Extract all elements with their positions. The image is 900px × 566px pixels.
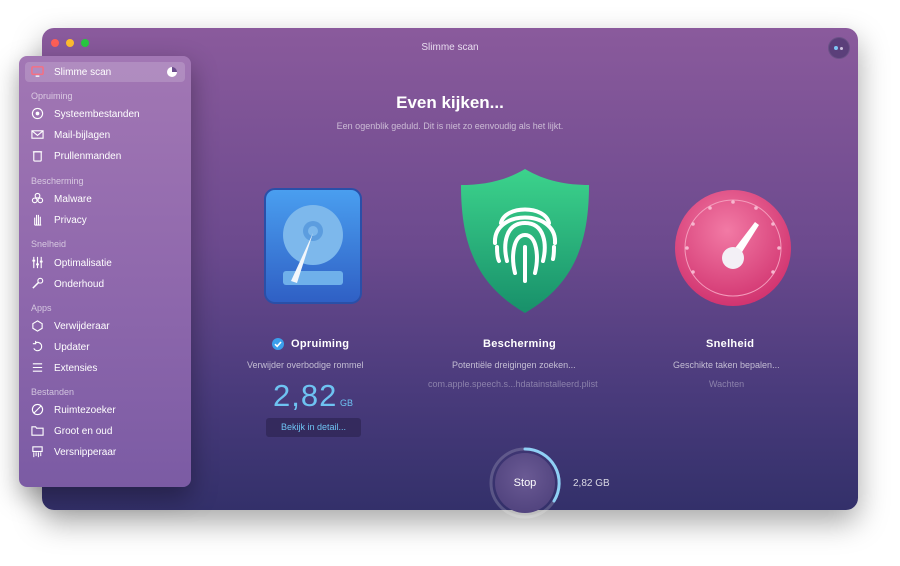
- stop-scan-control[interactable]: Stop: [488, 446, 562, 520]
- sidebar-item-extensies[interactable]: Extensies: [25, 358, 185, 378]
- sidebar-item-ruimtezoeker[interactable]: Ruimtezoeker: [25, 400, 185, 420]
- sidebar-item-onderhoud[interactable]: Onderhoud: [25, 274, 185, 294]
- scan-current-file: com.apple.speech.s...hdatainstalleerd.pl…: [428, 379, 598, 389]
- shredder-icon: [32, 446, 43, 458]
- cleanup-amount: 2,82: [273, 378, 338, 413]
- sidebar-item-label: Groot en oud: [54, 426, 113, 437]
- folder-icon: [31, 426, 44, 436]
- sidebar-item-optimalisatie[interactable]: Optimalisatie: [25, 253, 185, 273]
- sidebar-item-label: Versnipperaar: [54, 447, 117, 458]
- envelope-icon: [31, 130, 44, 139]
- cleanup-unit: GB: [340, 398, 354, 408]
- sidebar-item-prullenmanden[interactable]: Prullenmanden: [25, 146, 185, 166]
- sidebar-item-label: Mail-bijlagen: [54, 130, 111, 141]
- sidebar-item-label: Ruimtezoeker: [54, 405, 116, 416]
- sidebar-item-verwijderaar[interactable]: Verwijderaar: [25, 316, 185, 336]
- shield-fingerprint-icon: [461, 169, 589, 313]
- section-heading-snelheid: Snelheid: [31, 239, 67, 249]
- sidebar-item-label: Updater: [54, 342, 90, 353]
- sidebar-item-slimme-scan[interactable]: Slimme scan: [25, 62, 185, 82]
- biohazard-icon: [31, 192, 44, 204]
- card-subtitle-bescherming: Potentiële dreigingen zoeken...: [452, 360, 576, 370]
- sidebar-item-label: Prullenmanden: [54, 151, 122, 162]
- card-title-bescherming: Bescherming: [483, 338, 556, 350]
- wrench-icon: [32, 277, 44, 289]
- sidebar-item-label: Privacy: [54, 215, 87, 226]
- card-subtitle-snelheid: Geschikte taken bepalen...: [673, 360, 780, 370]
- update-icon: [32, 340, 43, 352]
- section-heading-bestanden: Bestanden: [31, 387, 75, 397]
- sidebar-item-malware[interactable]: Malware: [25, 189, 185, 209]
- sidebar-item-mail-bijlagen[interactable]: Mail-bijlagen: [25, 125, 185, 145]
- sidebar-item-updater[interactable]: Updater: [25, 337, 185, 357]
- speed-gauge-icon: [675, 190, 791, 306]
- sidebar-item-label: Verwijderaar: [54, 321, 110, 332]
- scanned-size: 2,82 GB: [573, 478, 610, 489]
- sidebar-item-label: Slimme scan: [54, 67, 112, 78]
- sidebar-item-label: Systeembestanden: [54, 109, 140, 120]
- card-title-opruiming: Opruiming: [291, 338, 350, 350]
- sidebar-item-label: Onderhoud: [54, 279, 105, 290]
- hand-icon: [34, 214, 42, 226]
- sidebar-item-groot-en-oud[interactable]: Groot en oud: [25, 421, 185, 441]
- sidebar: Slimme scan Opruiming Systeembestanden M…: [19, 56, 191, 487]
- sidebar-item-label: Extensies: [54, 363, 98, 374]
- apps-icon: [32, 320, 43, 332]
- section-heading-opruiming: Opruiming: [31, 91, 73, 101]
- sidebar-item-privacy[interactable]: Privacy: [25, 210, 185, 230]
- card-title-snelheid: Snelheid: [706, 338, 755, 350]
- progress-pie-icon: [167, 67, 177, 77]
- speed-status: Wachten: [709, 379, 745, 389]
- hard-disk-icon: [264, 188, 362, 304]
- sidebar-item-systeembestanden[interactable]: Systeembestanden: [25, 104, 185, 124]
- sidebar-item-versnipperaar[interactable]: Versnipperaar: [25, 442, 185, 462]
- window-title: Slimme scan: [421, 42, 479, 53]
- assistant-button[interactable]: [828, 37, 850, 59]
- section-heading-bescherming: Bescherming: [31, 176, 84, 186]
- space-lens-icon: [31, 403, 44, 416]
- trash-bin-icon: [32, 151, 43, 162]
- card-subtitle-opruiming: Verwijder overbodige rommel: [247, 360, 364, 370]
- sidebar-item-label: Optimalisatie: [54, 258, 112, 269]
- review-details-button[interactable]: Bekijk in detail...: [266, 418, 361, 437]
- sidebar-item-label: Malware: [54, 194, 92, 205]
- gear-disc-icon: [31, 107, 44, 120]
- section-heading-apps: Apps: [31, 303, 52, 313]
- stop-button[interactable]: Stop: [495, 453, 555, 513]
- extensions-icon: [32, 363, 43, 372]
- checkmark-icon: [272, 338, 284, 350]
- monitor-icon: [31, 66, 44, 77]
- sliders-icon: [32, 256, 43, 269]
